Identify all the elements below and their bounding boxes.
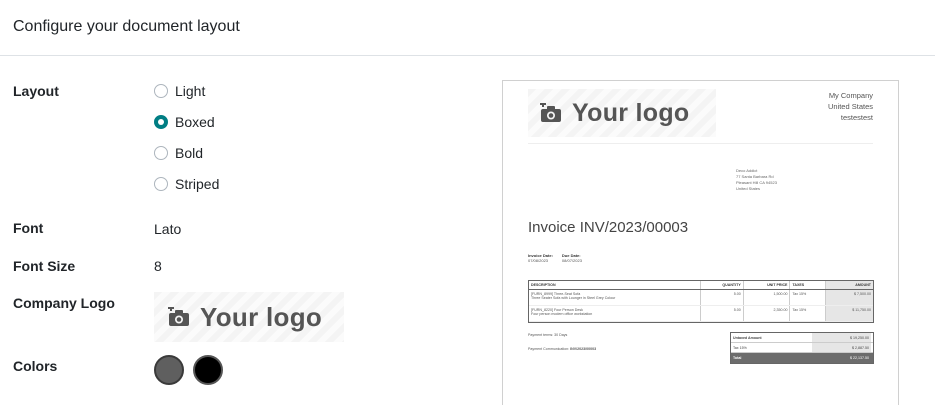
tax-row: Tax 15% $ 2,887.50 [731, 343, 873, 353]
dialog-title: Configure your document layout [13, 18, 240, 35]
company-logo-upload[interactable]: Your logo [154, 292, 344, 342]
column-header: DESCRIPTION [529, 281, 701, 289]
row-description: [FURN_8999] Three-Seat Sofa Three Seater… [529, 290, 701, 305]
total-row: Total $ 22,137.50 [731, 353, 873, 363]
preview-logo-text: Your logo [572, 98, 690, 127]
column-header: UNIT PRICE [744, 281, 791, 289]
preview-payment-communication: Payment Communication: INV/2023/00003 [528, 347, 596, 351]
preview-logo: Your logo [528, 89, 716, 137]
tax-label: Tax 15% [733, 345, 747, 350]
layout-option-label: Striped [175, 176, 220, 192]
camera-add-icon [540, 101, 562, 123]
total-amount: $ 22,137.50 [812, 353, 871, 363]
row-unit-price: 1,500.00 [744, 290, 791, 305]
product-description: Three Seater Sofa with Lounger in Steel … [531, 296, 616, 300]
layout-option-striped[interactable]: Striped [154, 175, 219, 193]
preview-totals: Untaxed Amount $ 19,250.00 Tax 15% $ 2,8… [730, 332, 874, 364]
row-quantity: 5.00 [701, 306, 744, 321]
font-select[interactable]: Lato [154, 221, 181, 237]
preview-separator [528, 143, 873, 144]
preview-customer-address: Deco Addict 77 Santa Barbara Rd Pleasant… [736, 168, 777, 192]
radio-button-selected[interactable] [154, 115, 168, 129]
document-preview: Your logo My Company United States teste… [502, 80, 899, 405]
layout-option-label: Boxed [175, 114, 215, 130]
company-logo-label: Company Logo [13, 295, 115, 311]
due-date-block: Due Date: 08/07/2023 [562, 253, 582, 263]
preview-invoice-table: DESCRIPTION QUANTITY UNIT PRICE TAXES AM… [528, 280, 874, 323]
due-date-value: 08/07/2023 [561, 258, 582, 263]
camera-add-icon [168, 305, 190, 327]
table-row: [FURN_8999] Three-Seat Sofa Three Seater… [529, 290, 873, 306]
layout-option-light[interactable]: Light [154, 82, 205, 100]
tax-amount: $ 2,887.50 [812, 343, 871, 352]
table-row: [FURN_8220] Four Person Desk Four person… [529, 306, 873, 322]
layout-option-label: Light [175, 83, 206, 99]
table-header-row: DESCRIPTION QUANTITY UNIT PRICE TAXES AM… [529, 281, 873, 290]
radio-button[interactable] [154, 177, 168, 191]
row-taxes: Tax 15% [790, 306, 827, 321]
radio-button[interactable] [154, 84, 168, 98]
dialog-header: Configure your document layout [0, 0, 935, 56]
font-size-label: Font Size [13, 258, 76, 274]
column-header: TAXES [790, 281, 827, 289]
layout-option-label: Bold [175, 145, 204, 161]
column-header: AMOUNT [826, 281, 873, 289]
colors-label: Colors [13, 358, 58, 374]
row-quantity: 5.00 [701, 290, 744, 305]
row-description: [FURN_8220] Four Person Desk Four person… [529, 306, 701, 321]
payment-communication-label: Payment Communication: [528, 347, 570, 351]
preview-company-address: My Company United States testestest [828, 90, 873, 123]
column-header: QUANTITY [701, 281, 744, 289]
layout-label: Layout [13, 83, 59, 99]
payment-communication-value: INV/2023/00003 [570, 347, 597, 351]
radio-button[interactable] [154, 146, 168, 160]
row-unit-price: 2,350.00 [744, 306, 791, 321]
primary-color-swatch[interactable] [154, 355, 184, 385]
row-amount: $ 11,750.00 [826, 306, 873, 321]
font-label: Font [13, 220, 44, 236]
address-line: United States [736, 186, 761, 191]
preview-payment-terms: Payment terms: 30 Days [528, 333, 568, 337]
row-amount: $ 7,500.00 [826, 290, 873, 305]
untaxed-row: Untaxed Amount $ 19,250.00 [731, 333, 873, 343]
untaxed-amount: $ 19,250.00 [812, 333, 871, 342]
invoice-date-block: Invoice Date: 07/08/2023 [528, 253, 553, 263]
invoice-date-value: 07/08/2023 [528, 258, 549, 263]
font-size-input[interactable]: 8 [154, 258, 162, 274]
product-description: Four person modern office workstation [531, 312, 593, 316]
layout-option-boxed[interactable]: Boxed [154, 113, 215, 131]
preview-dates: Invoice Date: 07/08/2023 Due Date: 08/07… [528, 253, 582, 263]
untaxed-label: Untaxed Amount [733, 335, 762, 340]
company-line: testestest [840, 113, 873, 122]
preview-invoice-title: Invoice INV/2023/00003 [528, 219, 689, 236]
logo-placeholder-text: Your logo [200, 301, 323, 332]
total-label: Total [733, 356, 742, 360]
company-line: My Company [828, 91, 873, 100]
secondary-color-swatch[interactable] [193, 355, 223, 385]
company-line: United States [827, 102, 873, 111]
layout-option-bold[interactable]: Bold [154, 144, 203, 162]
row-taxes: Tax 15% [790, 290, 827, 305]
